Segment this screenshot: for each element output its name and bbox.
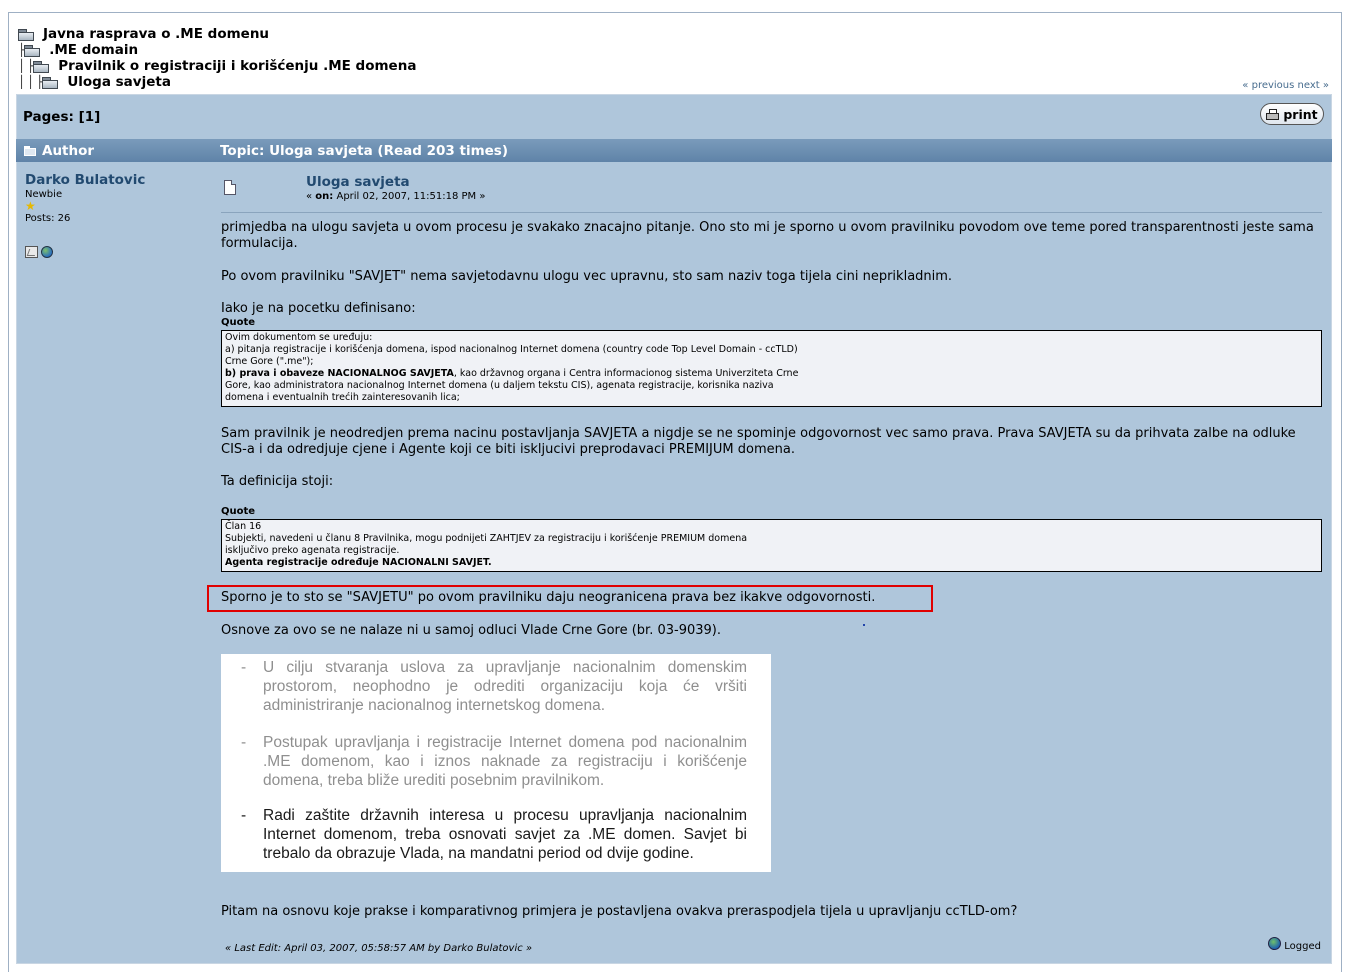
email-icon[interactable] (25, 246, 38, 258)
quote-header: Quote (221, 317, 256, 328)
ip-logged-icon (1268, 937, 1282, 950)
tree-lines: │ │ ├ (18, 75, 43, 89)
quote-header: Quote (221, 506, 256, 517)
logged-label: Logged (1284, 941, 1321, 952)
website-globe-icon[interactable] (41, 246, 53, 258)
next-topic-link[interactable]: next » (1298, 80, 1329, 91)
post-paragraph: Po ovom pravilniku "SAVJET" nema savjeto… (221, 269, 953, 284)
author-name-link[interactable]: Darko Bulatovic (25, 172, 205, 188)
post-paragraph: primjedba na ulogu savjeta u ovom proces… (221, 220, 1314, 251)
printer-icon (1266, 109, 1280, 120)
breadcrumb-label[interactable]: .ME domain (49, 42, 138, 58)
scan-item: -U cilju stvaranja uslova za upravljanje… (241, 659, 747, 714)
pages-label[interactable]: Pages: [1] (23, 109, 100, 125)
breadcrumb-item-board-root[interactable]: Javna rasprava o .ME domenu (18, 26, 416, 42)
author-rank: Newbie (25, 189, 63, 200)
folder-icon (24, 44, 41, 57)
print-button-label: print (1283, 106, 1318, 122)
author-info: Darko Bulatovic Newbie ★ Posts: 26 (25, 172, 205, 258)
profile-icons (25, 246, 205, 258)
post-date: « on: April 02, 2007, 11:51:18 PM » (306, 191, 486, 202)
author-column-header: Author (24, 143, 94, 159)
folder-icon (33, 60, 50, 73)
folder-icon (24, 146, 37, 156)
rank-star-icon: ★ (25, 199, 36, 213)
last-edit-note: « Last Edit: April 03, 2007, 05:58:57 AM… (225, 943, 533, 954)
stray-dot (863, 624, 865, 626)
scanned-document-image: -U cilju stvaranja uslova za upravljanje… (221, 654, 771, 872)
folder-icon (18, 28, 34, 41)
breadcrumb-label[interactable]: Pravilnik o registraciji i korišćenju .M… (58, 58, 416, 74)
message-icon (224, 180, 236, 195)
post-paragraph: Iako je na pocetku definisano: (221, 301, 416, 316)
breadcrumb-label[interactable]: Javna rasprava o .ME domenu (43, 26, 269, 42)
post-separator (221, 212, 1322, 213)
author-post-count: Posts: 26 (25, 213, 71, 224)
breadcrumb-item-board[interactable]: ├ .ME domain (18, 42, 416, 58)
post-paragraph: Ta definicija stoji: (221, 474, 334, 489)
post-paragraph: Osnove za ovo se ne nalaze ni u samoj od… (221, 623, 721, 638)
post-paragraph: Sam pravilnik je neodredjen prema nacinu… (221, 426, 1296, 457)
print-button[interactable]: print (1260, 103, 1324, 125)
breadcrumb-item-topic[interactable]: │ │ ├ Uloga savjeta (18, 74, 416, 90)
scan-item: - Postupak upravljanja i registracije Int… (241, 734, 747, 789)
highlight-annotation (207, 585, 933, 612)
logged-indicator: Logged (1268, 937, 1321, 952)
author-header-label: Author (42, 143, 95, 159)
scan-item: - Radi zaštite državnih interesa u proces… (241, 807, 747, 862)
breadcrumb: Javna rasprava o .ME domenu ├ .ME domain… (18, 26, 416, 90)
tree-lines: │ ├ (18, 59, 34, 73)
previous-topic-link[interactable]: « previous (1242, 80, 1294, 91)
folder-icon (42, 76, 59, 89)
post-paragraph: Pitam na osnovu koje prakse i komparativ… (221, 904, 1018, 919)
topic-navigation: « previous next » (1242, 80, 1329, 91)
topic-header-bar: Author Topic: Uloga savjeta (Read 203 ti… (16, 139, 1332, 162)
quote-box: Član 16 Subjekti, navedeni u članu 8 Pra… (221, 519, 1322, 572)
breadcrumb-item-subboard[interactable]: │ ├ Pravilnik o registraciji i korišćenj… (18, 58, 416, 74)
breadcrumb-label[interactable]: Uloga savjeta (67, 74, 171, 90)
post-subject-link[interactable]: Uloga savjeta (306, 174, 410, 190)
topic-title: Topic: Uloga savjeta (Read 203 times) (220, 143, 508, 159)
quote-box: Ovim dokumentom se uređuju: a) pitanja r… (221, 330, 1322, 407)
pages-bar: Pages: [1] print (16, 94, 1332, 136)
